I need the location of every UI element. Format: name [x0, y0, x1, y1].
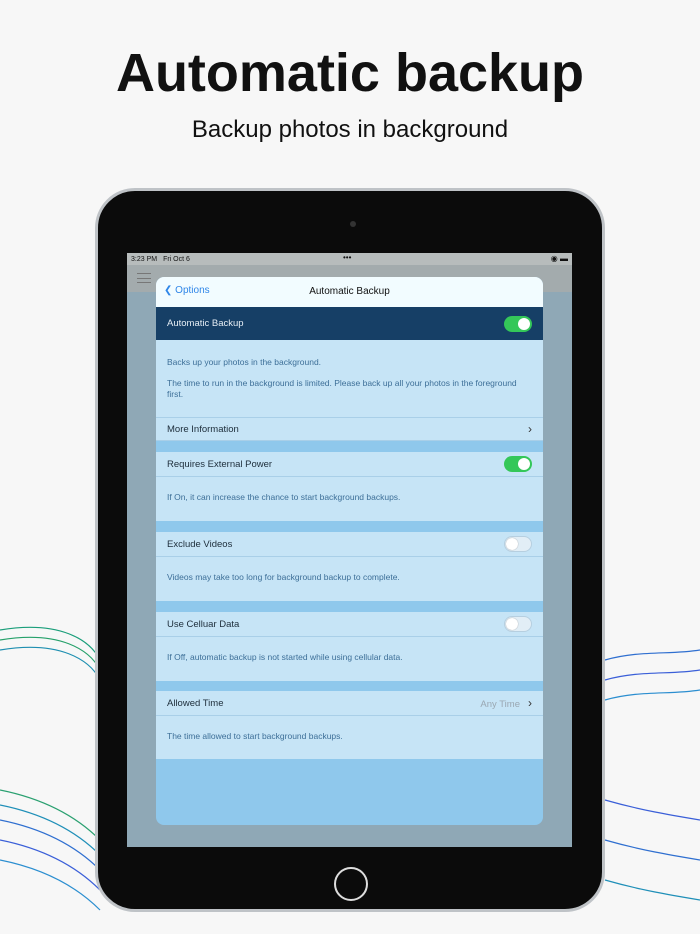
status-bar: 3:23 PM Fri Oct 6 ••• ◉ ▬ — [127, 253, 572, 265]
wifi-battery-icon: ◉ ▬ — [550, 254, 568, 263]
automatic-backup-row: Automatic Backup — [156, 307, 543, 340]
multitask-dots[interactable]: ••• — [343, 253, 351, 262]
setting-description: The time allowed to start background bac… — [156, 716, 543, 759]
main-description: Backs up your photos in the background. … — [156, 340, 543, 417]
menu-icon[interactable] — [137, 273, 151, 283]
status-time: 3:23 PM — [131, 255, 158, 263]
exclude-videos-row: Exclude Videos — [156, 532, 543, 557]
setting-description: If On, it can increase the chance to sta… — [156, 477, 543, 521]
screen: 3:23 PM Fri Oct 6 ••• ◉ ▬ ❮ Options Auto… — [127, 253, 572, 847]
automatic-backup-toggle[interactable] — [504, 315, 532, 332]
use-cellular-data-toggle[interactable] — [504, 616, 532, 632]
subheadline: Backup photos in background — [191, 116, 509, 143]
modal-header: ❮ Options Automatic Backup — [156, 277, 543, 307]
allowed-time-value: Any Time — [480, 699, 520, 710]
camera-icon — [350, 221, 356, 227]
setting-description: If Off, automatic backup is not started … — [156, 637, 543, 681]
automatic-backup-modal: ❮ Options Automatic Backup Automatic Bac… — [156, 277, 543, 825]
use-cellular-data-row: Use Celluar Data — [156, 612, 543, 637]
chevron-right-icon: › — [528, 696, 532, 710]
allowed-time-row[interactable]: Allowed Time Any Time › — [156, 691, 543, 716]
modal-title: Automatic Backup — [309, 286, 390, 297]
more-information-row[interactable]: More Information › — [156, 417, 543, 441]
chevron-right-icon: › — [528, 422, 532, 436]
ipad-frame: 3:23 PM Fri Oct 6 ••• ◉ ▬ ❮ Options Auto… — [95, 188, 605, 912]
requires-external-power-toggle[interactable] — [504, 456, 532, 472]
home-button[interactable] — [334, 867, 368, 901]
requires-external-power-row: Requires External Power — [156, 452, 543, 477]
status-date: Fri Oct 6 — [163, 255, 190, 263]
exclude-videos-toggle[interactable] — [504, 536, 532, 552]
setting-description: Videos may take too long for background … — [156, 557, 543, 601]
headline: Automatic backup — [115, 43, 585, 103]
